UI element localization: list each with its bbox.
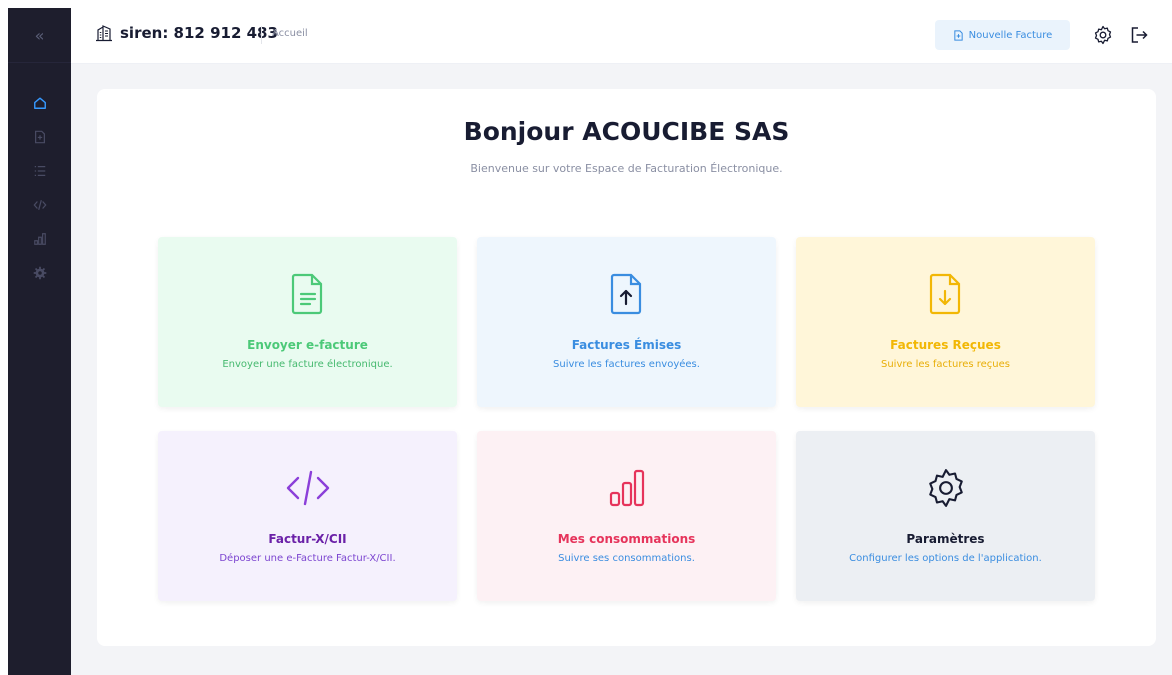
sidebar-item-code[interactable] [8,188,71,222]
tile-title: Factur-X/CII [268,532,347,546]
new-invoice-icon [34,130,45,144]
home-icon [33,97,46,109]
tile-send-einvoice[interactable]: Envoyer e-facture Envoyer une facture él… [158,237,457,407]
tile-description: Déposer une e-Facture Factur-X/CII. [219,553,396,564]
list-icon [34,166,45,176]
sidebar-item-home[interactable] [8,86,71,120]
document-upload-icon [610,273,641,315]
dashboard-card: Bonjour ACOUCIBE SAS Bienvenue sur votre… [97,89,1156,646]
company-identifier: siren: 812 912 483 [95,24,278,42]
collapse-sidebar-button[interactable]: « [8,8,71,63]
tile-title: Paramètres [906,532,985,546]
divider [261,26,262,44]
greeting-title: Bonjour ACOUCIBE SAS [463,117,790,146]
sidebar: « [8,8,71,675]
tile-facturx-cii[interactable]: Factur-X/CII Déposer une e-Facture Factu… [158,431,457,601]
bar-chart-icon [609,469,644,507]
tile-received-invoices[interactable]: Factures Reçues Suivre les factures reçu… [796,237,1095,407]
breadcrumb[interactable]: Accueil [272,28,308,39]
sidebar-nav [8,86,71,290]
tile-description: Suivre ses consommations. [558,553,695,564]
tile-title: Factures Émises [571,338,682,352]
building-icon [96,25,112,42]
tile-title: Envoyer e-facture [247,338,368,352]
sidebar-item-list[interactable] [8,154,71,188]
topbar: siren: 812 912 483 Accueil Nouvelle Fact… [71,8,1172,64]
welcome-subtitle: Bienvenue sur votre Espace de Facturatio… [470,162,783,175]
tile-settings[interactable]: Paramètres Configurer les options de l'a… [796,431,1095,601]
bar-chart-icon [33,233,46,245]
document-plus-icon [953,29,963,41]
new-invoice-label: Nouvelle Facture [968,29,1053,41]
gear-icon [928,469,963,507]
gear-icon [33,266,46,280]
code-icon [32,200,47,210]
sidebar-item-new-invoice[interactable] [8,120,71,154]
tile-description: Suivre les factures envoyées. [553,359,700,370]
new-invoice-button[interactable]: Nouvelle Facture [935,20,1070,50]
siren-label: siren: 812 912 483 [120,24,278,42]
tile-description: Envoyer une facture électronique. [222,359,393,370]
document-text-icon [291,273,322,315]
sidebar-item-consumption[interactable] [8,222,71,256]
settings-gear-icon[interactable] [1093,25,1113,45]
logout-icon[interactable] [1129,25,1149,45]
tile-sent-invoices[interactable]: Factures Émises Suivre les factures envo… [477,237,776,407]
sidebar-item-settings[interactable] [8,256,71,290]
tile-title: Factures Reçues [890,338,1001,352]
tile-consumption[interactable]: Mes consommations Suivre ses consommatio… [477,431,776,601]
code-icon [286,470,329,506]
tile-description: Configurer les options de l'application. [849,553,1042,564]
tile-title: Mes consommations [557,532,696,546]
double-chevron-left-icon: « [34,25,45,45]
document-download-icon [929,273,960,315]
tile-description: Suivre les factures reçues [880,359,1010,370]
